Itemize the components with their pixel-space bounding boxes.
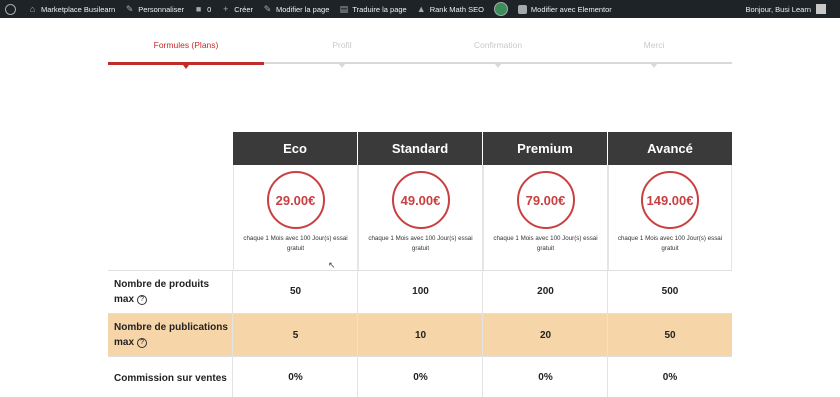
feature-value: 200 [537,286,554,297]
price-circle: 29.00€ [266,171,325,229]
customize-label: Personnaliser [138,4,185,14]
elementor-link[interactable]: Modifier avec Elementor [513,0,617,18]
step-marker [495,64,501,68]
rank-math-link[interactable]: ▲ Rank Math SEO [412,0,489,18]
account-menu[interactable]: Bonjour, Busi Learn [741,0,840,18]
feature-value: 5 [292,330,299,341]
feature-row-products: Nombre de produits max? 50 100 200 500 [108,270,732,313]
feature-label: Commission sur ventes [114,373,227,384]
price-circle: 79.00€ [516,171,575,229]
feature-label-line: Nombre de produits [114,279,210,290]
feature-label-line: max [114,337,135,348]
price-billing-note: chaque 1 Mois avec 100 Jour(s) essai gra… [368,235,473,252]
comments-count: 0 [207,4,212,14]
column-divider [607,270,608,397]
edit-page-link[interactable]: ✎ Modifier la page [258,0,334,18]
greeting-label: Bonjour, Busi Learn [745,4,811,14]
help-icon[interactable]: ? [137,295,148,305]
plan-header-advanced[interactable]: Avancé [608,132,732,165]
comments-link[interactable]: ■ 0 [189,0,216,18]
step-marker [651,64,657,68]
rank-math-label: Rank Math SEO [429,4,484,14]
price-circle: 149.00€ [641,171,699,229]
feature-row-publications: Nombre de publications max? 5 10 20 50 [108,313,732,356]
chart-icon: ▲ [416,3,426,14]
plan-price-cell-advanced[interactable]: 149.00€ chaque 1 Mois avec 100 Jour(s) e… [608,165,732,270]
pencil-icon: ✎ [263,3,272,14]
new-content-link[interactable]: + Créer [216,0,258,18]
admin-bar: ⌂ Marketplace Busilearn ✎ Personnaliser ■ 0… [0,0,840,18]
mouse-cursor-icon: ↖ [328,260,336,270]
plan-header-eco[interactable]: Eco [233,132,357,165]
feature-value: 50 [664,330,676,341]
wordpress-logo-button[interactable] [0,0,23,18]
step-marker-active [183,65,189,69]
feature-value: 20 [539,330,552,341]
step-thanks[interactable]: Merci [576,40,732,50]
feature-value: 0% [288,372,303,383]
help-icon[interactable]: ? [137,338,148,348]
price-value: 79.00€ [525,192,566,208]
price-billing-note: chaque 1 Mois avec 100 Jour(s) essai gra… [243,235,348,252]
feature-value: 50 [289,286,302,297]
column-divider [357,270,358,397]
feature-value: 0% [538,372,553,383]
feature-label-line: Nombre de publications [114,322,228,333]
price-value: 49.00€ [400,192,441,208]
edit-page-label: Modifier la page [276,4,330,14]
avatar [816,4,826,14]
price-value: 29.00€ [275,192,316,208]
feature-value: 500 [661,286,679,297]
step-marker [339,64,345,68]
step-plans[interactable]: Formules (Plans) [108,40,264,50]
plan-price-cell-eco[interactable]: 29.00€ chaque 1 Mois avec 100 Jour(s) es… [233,165,358,270]
rank-math-score-button[interactable] [489,0,513,18]
plan-price-cell-standard[interactable]: 49.00€ chaque 1 Mois avec 100 Jour(s) es… [358,165,483,270]
column-divider [482,270,483,397]
feature-value: 0% [413,372,428,383]
site-name-label: Marketplace Busilearn [41,4,116,14]
feature-label: Nombre de produits max? [114,277,209,307]
feature-value: 0% [662,372,678,383]
feature-label-line: max [114,294,135,305]
site-name-link[interactable]: ⌂ Marketplace Busilearn [23,0,120,18]
price-billing-note: chaque 1 Mois avec 100 Jour(s) essai gra… [617,235,723,252]
feature-value: 10 [414,330,427,341]
step-confirmation[interactable]: Confirmation [420,40,576,50]
home-icon: ⌂ [29,3,36,14]
translate-icon: ▤ [339,3,349,14]
plan-price-cell-premium[interactable]: 79.00€ chaque 1 Mois avec 100 Jour(s) es… [483,165,608,270]
elementor-label: Modifier avec Elementor [530,4,612,14]
price-billing-note: chaque 1 Mois avec 100 Jour(s) essai gra… [493,235,598,252]
brush-icon: ✎ [125,3,134,14]
price-circle: 49.00€ [391,171,450,229]
column-divider [232,270,233,397]
translate-label: Traduire la page [352,4,407,14]
feature-value: 100 [412,286,429,297]
plan-header-premium[interactable]: Premium [483,132,607,165]
plan-header-standard[interactable]: Standard [358,132,482,165]
plus-icon: + [223,3,229,14]
comment-icon: ■ [195,3,202,14]
price-value: 149.00€ [646,192,694,208]
customize-link[interactable]: ✎ Personnaliser [120,0,189,18]
new-content-label: Créer [234,4,253,14]
translate-page-link[interactable]: ▤ Traduire la page [334,0,411,18]
elementor-icon [517,4,527,14]
step-profile[interactable]: Profil [264,40,420,50]
wordpress-icon [5,3,16,15]
feature-label: Nombre de publications max? [114,320,228,350]
seo-score-icon [493,2,508,16]
checkout-steps: Formules (Plans) Profil Confirmation Mer… [108,40,732,70]
feature-row-commission: Commission sur ventes 0% 0% 0% 0% [108,356,732,397]
